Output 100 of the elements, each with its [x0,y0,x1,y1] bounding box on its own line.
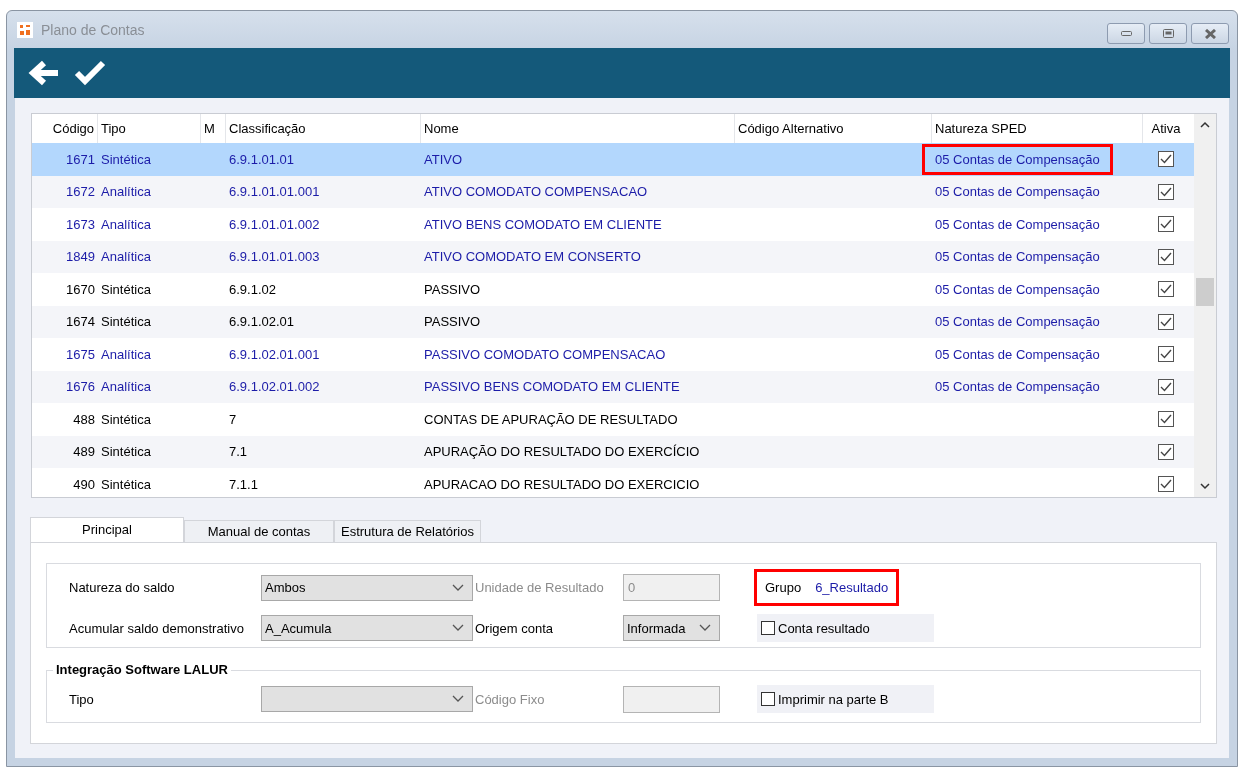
window-title: Plano de Contas [41,21,146,38]
table-row[interactable]: 490 Sintética 7.1.1 APURACAO DO RESULTADO DO EXERCICIO [32,468,1194,497]
table-row[interactable]: 488 Sintética 7 CONTAS DE APURAÇÃO DE RESULTADO [32,403,1194,436]
minimize-button[interactable] [1107,23,1145,44]
field-label: Acumular saldo demonstrativo [69,620,245,636]
active-checkbox[interactable] [1158,411,1174,428]
table-cell-text: Analítica [101,345,151,364]
active-checkbox[interactable] [1158,248,1174,265]
table-row[interactable]: 1672 Analítica 6.9.1.01.01.001 ATIVO COMODATO COMPENSACAO 05 Contas de Compensação [32,175,1194,208]
active-checkbox[interactable] [1158,476,1174,493]
table-cell-text: ATIVO BENS COMODATO EM CLIENTE [424,215,662,234]
table-cell-text: 489 [73,443,95,462]
scroll-down-icon [1199,481,1211,491]
table-row[interactable]: 1676 Analítica 6.9.1.02.01.002 PASSIVO BENS COMODATO EM CLIENTE 05 Contas de Compensação [32,370,1194,403]
dropdown[interactable]: A_Acumula [261,615,473,641]
table-cell-text: ATIVO [424,150,463,169]
table-row[interactable]: 1673 Analítica 6.9.1.01.01.002 ATIVO BENS COMODATO EM CLIENTE 05 Contas de Compensação [32,208,1194,241]
maximize-icon [1162,29,1174,38]
dropdown[interactable]: Informada [623,615,720,641]
active-checkbox[interactable] [1158,346,1174,363]
scroll-up-icon [1199,120,1211,130]
table-cell-text: 05 Contas de Compensação [935,313,1100,332]
chevron-down-icon [699,624,711,632]
table-row[interactable]: 1671 Sintética 6.9.1.01.01 ATIVO 05 Contas de Compensação [32,143,1194,176]
table-cell-text: APURAÇÃO DO RESULTADO DO EXERCÍCIO [424,443,700,462]
table-cell-text: Analítica [101,378,151,397]
tab[interactable]: Manual de contas [184,520,334,542]
field-label: Origem conta [475,620,555,636]
table-cell-text: PASSIVO [424,313,481,332]
active-checkbox[interactable] [1158,151,1174,168]
table-cell-text: 05 Contas de Compensação [935,378,1100,397]
table-row[interactable]: 489 Sintética 7.1 APURAÇÃO DO RESULTADO DO EXERCÍCIO [32,435,1194,468]
table-cell-text: Sintética [101,280,151,299]
table-cell-text: Analítica [101,215,151,234]
table-row[interactable]: 1674 Sintética 6.9.1.02.01 PASSIVO 05 Contas de Compensação [32,305,1194,338]
field-label: Tipo [69,691,95,707]
table-cell-text: 7 [229,410,237,429]
tab[interactable]: Principal [30,517,184,542]
field-label: Código Fixo [475,691,546,707]
active-checkbox[interactable] [1158,281,1174,298]
table-cell-text: 1673 [66,215,95,234]
table-cell-text: 6.9.1.01.01.002 [229,215,320,234]
check-icon [74,58,106,88]
field-label: Grupo [765,580,802,595]
active-checkbox[interactable] [1158,216,1174,233]
table-cell-text: 6.9.1.02 [229,280,276,299]
table-cell-text: Analítica [101,248,151,267]
active-checkbox[interactable] [1158,443,1174,460]
table-cell-text: PASSIVO [424,280,481,299]
table-cell-text: ATIVO COMODATO COMPENSACAO [424,183,648,202]
table-cell-text: CONTAS DE APURAÇÃO DE RESULTADO [424,410,678,429]
column-header[interactable]: Ativa [1143,114,1189,143]
table-cell-text: 1670 [66,280,95,299]
table-cell-text: Sintética [101,313,151,332]
vertical-scrollbar[interactable] [1194,114,1216,497]
close-button[interactable] [1191,23,1229,44]
tab[interactable]: Estrutura de Relatórios [334,520,481,542]
table-cell-text: 1675 [66,345,95,364]
active-checkbox[interactable] [1158,313,1174,330]
table-cell-text: Sintética [101,150,151,169]
table-cell-text: Sintética [101,475,151,494]
table-cell-text: 488 [73,410,95,429]
table-cell-text: 05 Contas de Compensação [935,183,1100,202]
table-cell-text: 05 Contas de Compensação [935,150,1100,169]
field-label: Natureza do saldo [69,580,176,595]
chevron-down-icon [452,695,464,703]
dropdown[interactable]: Ambos [261,574,473,601]
field-value: 6_Resultado [815,580,889,595]
maximize-button[interactable] [1149,23,1187,44]
chevron-down-icon [452,583,464,592]
table-cell-text: 05 Contas de Compensação [935,280,1100,299]
checkbox[interactable] [761,621,775,635]
table-cell-text: 1674 [66,313,95,332]
table-cell-text: 1671 [66,150,95,169]
table-cell-text: 6.9.1.02.01 [229,313,295,332]
confirm-button[interactable] [74,58,106,88]
table-cell-text: 1672 [66,183,95,202]
table-row[interactable]: 1670 Sintética 6.9.1.02 PASSIVO 05 Contas de Compensação [32,273,1194,306]
field-label: Unidade de Resultado [475,580,605,595]
table-cell-text: 6.9.1.02.01.002 [229,378,320,397]
chevron-down-icon [452,624,464,632]
table-row[interactable]: 1849 Analítica 6.9.1.01.01.003 ATIVO COMODATO EM CONSERTO 05 Contas de Compensação [32,240,1194,273]
table-cell-text: Analítica [101,183,151,202]
table-cell-text: 05 Contas de Compensação [935,345,1100,364]
table-cell-text: 7.1.1 [229,475,258,494]
close-icon [1204,28,1216,39]
group-title: Integração Software LALUR [53,662,231,677]
table-cell-text: 6.9.1.01.01 [229,150,295,169]
active-checkbox[interactable] [1158,183,1174,200]
table-cell-text: 05 Contas de Compensação [935,248,1100,267]
table-cell-text: PASSIVO COMODATO COMPENSACAO [424,345,666,364]
checkbox[interactable] [761,692,775,706]
active-checkbox[interactable] [1158,378,1174,395]
table-row[interactable]: 1675 Analítica 6.9.1.02.01.001 PASSIVO COMODATO COMPENSACAO 05 Contas de Compensação [32,338,1194,371]
table-cell-text: APURACAO DO RESULTADO DO EXERCICIO [424,475,700,494]
table-cell-text: 1849 [66,248,95,267]
minimize-icon [1120,31,1132,36]
table-cell-text: ATIVO COMODATO EM CONSERTO [424,248,641,267]
scroll-thumb[interactable] [1196,278,1214,306]
table-cell-text: Sintética [101,410,151,429]
